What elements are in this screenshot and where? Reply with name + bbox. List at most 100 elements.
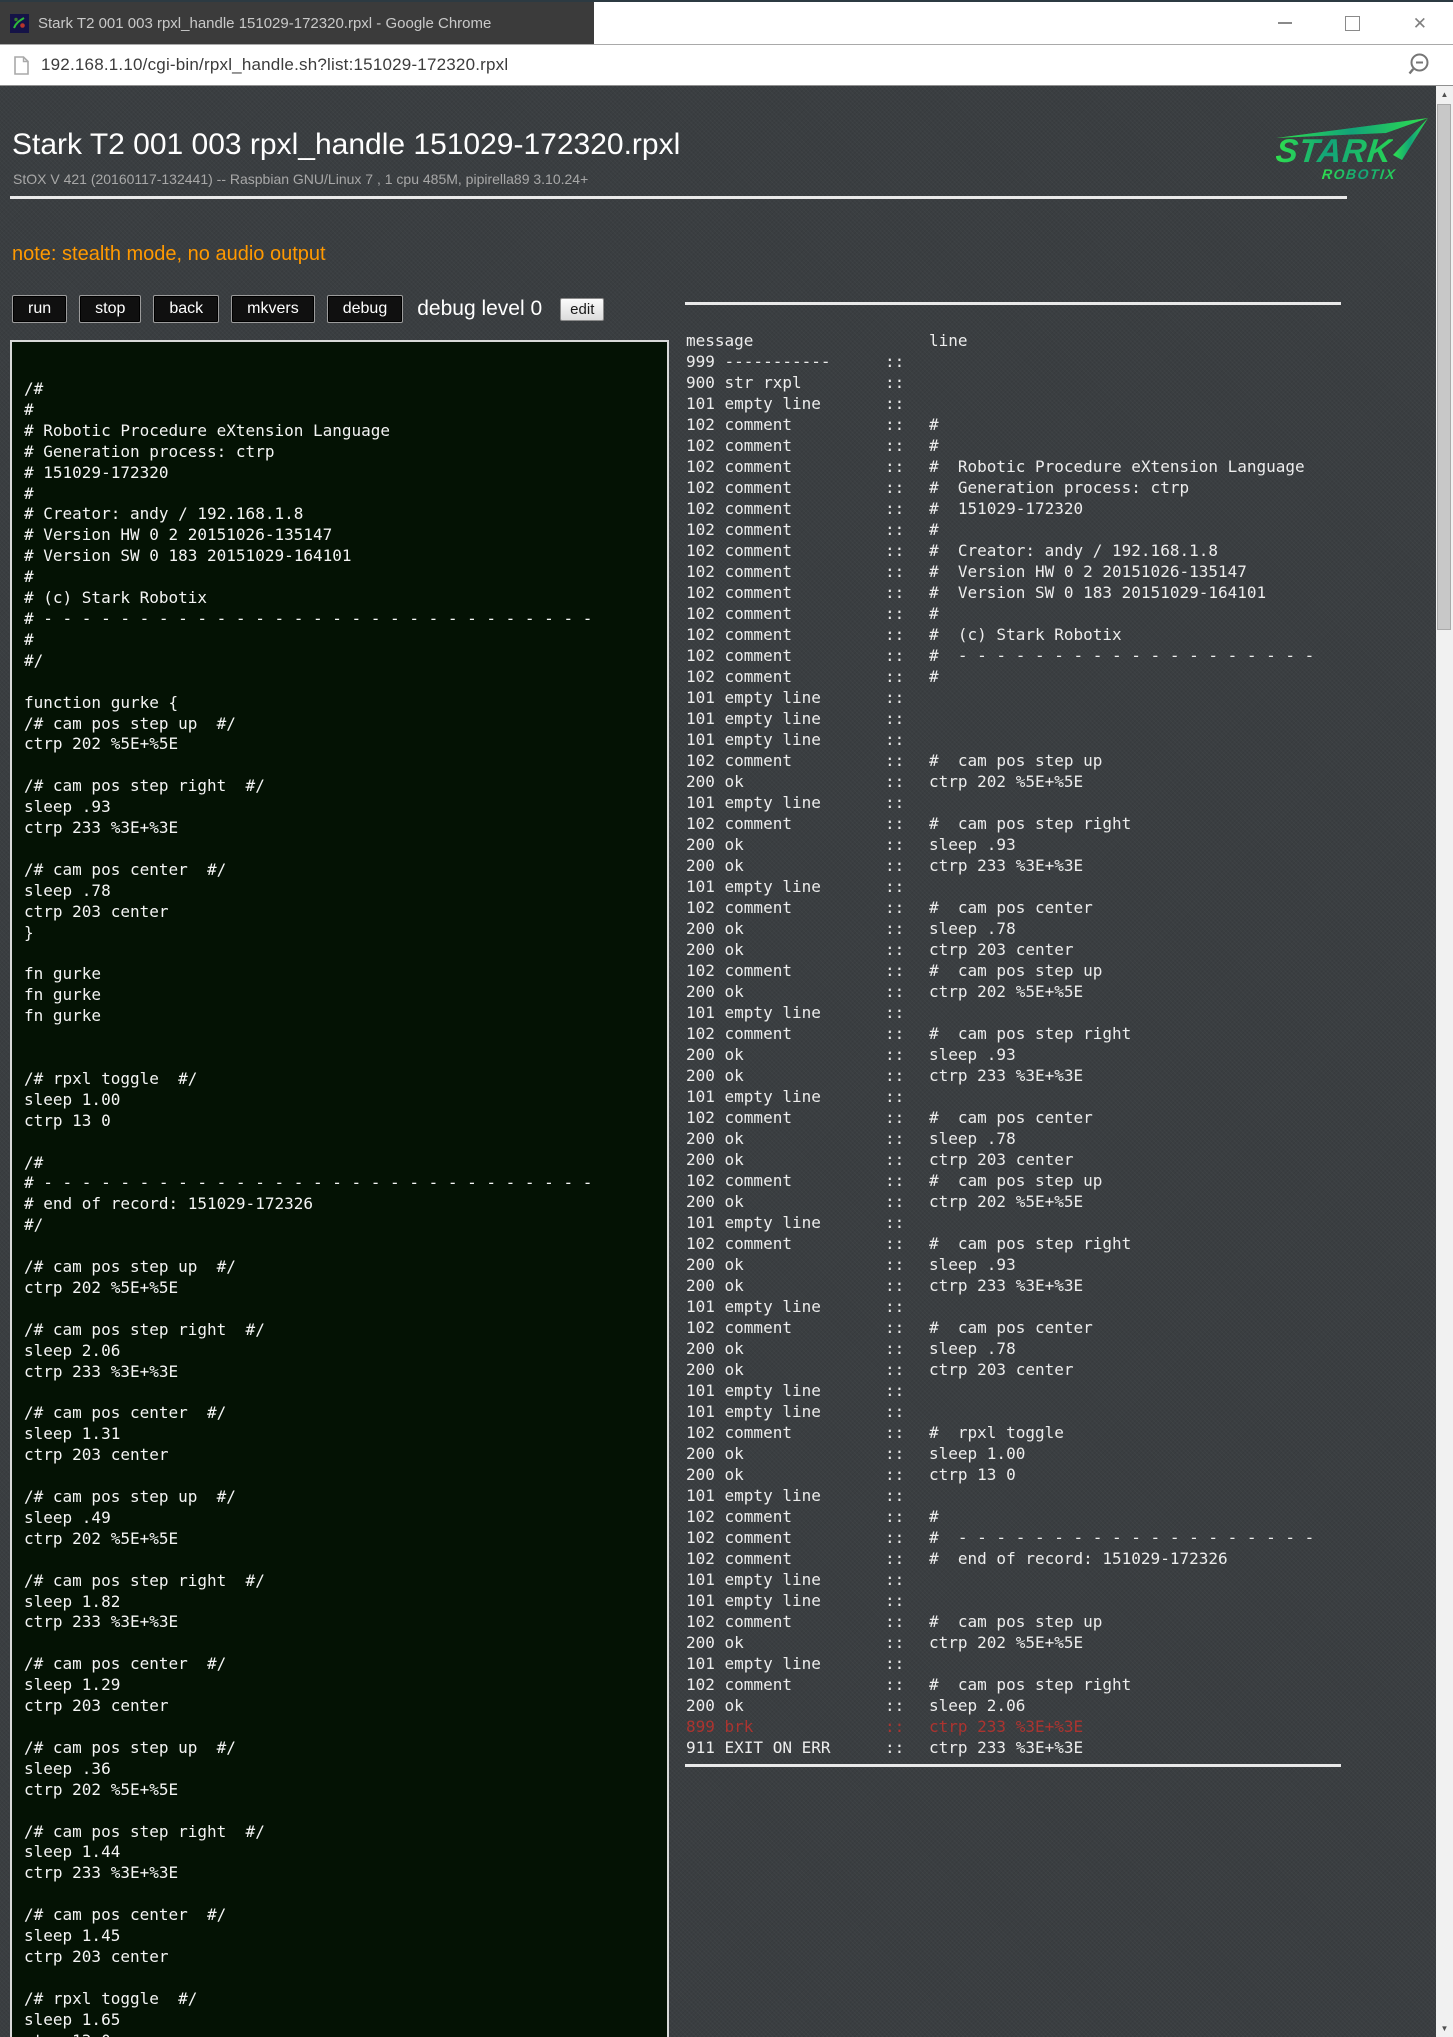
log-row: 102 comment::# cam pos step up — [686, 960, 1346, 981]
edit-button[interactable]: edit — [560, 298, 604, 321]
debug-level-label: debug level 0 — [417, 297, 542, 321]
log-row: 101 empty line:: — [686, 729, 1346, 750]
log-row: 101 empty line:: — [686, 1380, 1346, 1401]
log-row: 101 empty line:: — [686, 1569, 1346, 1590]
log-row: 102 comment::# cam pos step up — [686, 1611, 1346, 1632]
log-row: 101 empty line:: — [686, 1653, 1346, 1674]
log-row: 102 comment::# - - - - - - - - - - - - -… — [686, 645, 1346, 666]
logo-text-stark: STARK — [1274, 132, 1394, 170]
log-row: 102 comment::# Version HW 0 2 20151026-1… — [686, 561, 1346, 582]
window-controls: ✕ — [1278, 2, 1453, 44]
log-row: 200 ok::sleep .78 — [686, 918, 1346, 939]
window-titlebar: Stark T2 001 003 rpxl_handle 151029-1723… — [0, 0, 1453, 45]
log-row: 102 comment::# end of record: 151029-172… — [686, 1548, 1346, 1569]
scrollbar-thumb[interactable] — [1437, 104, 1451, 630]
log-row: 102 comment::# cam pos step up — [686, 750, 1346, 771]
log-row: 200 ok::ctrp 203 center — [686, 939, 1346, 960]
close-button[interactable]: ✕ — [1413, 15, 1427, 32]
zoom-out-icon[interactable] — [1407, 52, 1433, 83]
log-row: 102 comment::# cam pos step right — [686, 1023, 1346, 1044]
log-row: 102 comment::# cam pos center — [686, 897, 1346, 918]
log-row: 102 comment::# cam pos center — [686, 1317, 1346, 1338]
maximize-button[interactable] — [1345, 16, 1360, 31]
stop-button[interactable]: stop — [79, 295, 141, 323]
log-row: 200 ok::sleep .78 — [686, 1128, 1346, 1149]
log-row: 102 comment::# rpxl toggle — [686, 1422, 1346, 1443]
log-row: 101 empty line:: — [686, 1401, 1346, 1422]
back-button[interactable]: back — [153, 295, 219, 323]
log-row: 200 ok::ctrp 233 %3E+%3E — [686, 1275, 1346, 1296]
code-editor[interactable]: /# # # Robotic Procedure eXtension Langu… — [12, 342, 667, 2037]
window-title: Stark T2 001 003 rpxl_handle 151029-1723… — [38, 15, 491, 32]
log-row: 200 ok::sleep .78 — [686, 1338, 1346, 1359]
log-row: 200 ok::ctrp 233 %3E+%3E — [686, 1065, 1346, 1086]
log-row: 101 empty line:: — [686, 1296, 1346, 1317]
log-row: 102 comment::# cam pos step right — [686, 813, 1346, 834]
log-row: 200 ok::ctrp 203 center — [686, 1149, 1346, 1170]
minimize-button[interactable] — [1278, 22, 1292, 24]
log-row: 200 ok::sleep .93 — [686, 834, 1346, 855]
log-row: 200 ok::ctrp 203 center — [686, 1359, 1346, 1380]
page-scrollbar[interactable]: ▲ ▼ — [1436, 86, 1453, 2037]
log-row: 102 comment::# Robotic Procedure eXtensi… — [686, 456, 1346, 477]
browser-window: Stark T2 001 003 rpxl_handle 151029-1723… — [0, 0, 1453, 2037]
log-row: 102 comment::# — [686, 603, 1346, 624]
log-row: 102 comment::# Creator: andy / 192.168.1… — [686, 540, 1346, 561]
titlebar-dark-section: Stark T2 001 003 rpxl_handle 151029-1723… — [0, 2, 594, 44]
status-note: note: stealth mode, no audio output — [12, 243, 326, 266]
page-subtitle: StOX V 421 (20160117-132441) -- Raspbian… — [13, 171, 588, 187]
log-row: 102 comment::# Version SW 0 183 20151029… — [686, 582, 1346, 603]
log-row: 200 ok::ctrp 202 %5E+%5E — [686, 1191, 1346, 1212]
log-row: 200 ok::sleep 1.00 — [686, 1443, 1346, 1464]
log-row: 200 ok::sleep .93 — [686, 1254, 1346, 1275]
log-divider-bottom — [685, 1764, 1341, 1767]
debug-button[interactable]: debug — [327, 295, 404, 323]
log-row: 102 comment::# Generation process: ctrp — [686, 477, 1346, 498]
log-row: 999 -----------:: — [686, 351, 1346, 372]
page-content: Stark T2 001 003 rpxl_handle 151029-1723… — [0, 86, 1453, 2037]
log-row: 102 comment::# — [686, 1506, 1346, 1527]
log-row: 900 str rxpl:: — [686, 372, 1346, 393]
log-row: 200 ok::ctrp 13 0 — [686, 1464, 1346, 1485]
mkvers-button[interactable]: mkvers — [231, 295, 315, 323]
log-row: 101 empty line:: — [686, 876, 1346, 897]
scrollbar-up-icon[interactable]: ▲ — [1436, 86, 1453, 103]
log-row: 200 ok::sleep 2.06 — [686, 1695, 1346, 1716]
log-row: 102 comment::# (c) Stark Robotix — [686, 624, 1346, 645]
log-row: 101 empty line:: — [686, 1002, 1346, 1023]
log-row: 899 brk::ctrp 233 %3E+%3E — [686, 1716, 1346, 1737]
log-row: 101 empty line:: — [686, 1485, 1346, 1506]
log-row: 101 empty line:: — [686, 708, 1346, 729]
log-row: 102 comment::# — [686, 666, 1346, 687]
log-row: 102 comment::# — [686, 414, 1346, 435]
log-row: 911 EXIT ON ERR::ctrp 233 %3E+%3E — [686, 1737, 1346, 1758]
log-row: 101 empty line:: — [686, 393, 1346, 414]
page-icon — [14, 56, 29, 75]
header-divider — [10, 196, 1347, 199]
log-row: 102 comment::# cam pos step up — [686, 1170, 1346, 1191]
log-header: messageline — [686, 330, 1346, 351]
log-row: 102 comment::# — [686, 435, 1346, 456]
run-button[interactable]: run — [12, 295, 67, 323]
scrollbar-down-icon[interactable]: ▼ — [1436, 2020, 1453, 2037]
url-text[interactable]: 192.168.1.10/cgi-bin/rpxl_handle.sh?list… — [41, 55, 508, 75]
log-row: 101 empty line:: — [686, 1590, 1346, 1611]
log-row: 102 comment::# cam pos step right — [686, 1674, 1346, 1695]
log-row: 101 empty line:: — [686, 687, 1346, 708]
code-panel: /# # # Robotic Procedure eXtension Langu… — [10, 340, 669, 2037]
logo-text-robotix: ROBOTIX — [1321, 166, 1397, 182]
page-title: Stark T2 001 003 rpxl_handle 151029-1723… — [12, 128, 680, 162]
log-row: 101 empty line:: — [686, 1212, 1346, 1233]
log-row: 102 comment::# cam pos center — [686, 1107, 1346, 1128]
log-row: 200 ok::ctrp 233 %3E+%3E — [686, 855, 1346, 876]
log-divider-top — [685, 302, 1341, 305]
log-row: 101 empty line:: — [686, 1086, 1346, 1107]
log-row: 102 comment::# cam pos step right — [686, 1233, 1346, 1254]
log-row: 200 ok::sleep .93 — [686, 1044, 1346, 1065]
toolbar: run stop back mkvers debug debug level 0… — [12, 292, 604, 326]
log-row: 200 ok::ctrp 202 %5E+%5E — [686, 771, 1346, 792]
stark-robotix-logo: STARK ROBOTIX — [1274, 116, 1430, 192]
log-row: 101 empty line:: — [686, 792, 1346, 813]
log-row: 102 comment::# 151029-172320 — [686, 498, 1346, 519]
address-bar: 192.168.1.10/cgi-bin/rpxl_handle.sh?list… — [0, 45, 1453, 86]
